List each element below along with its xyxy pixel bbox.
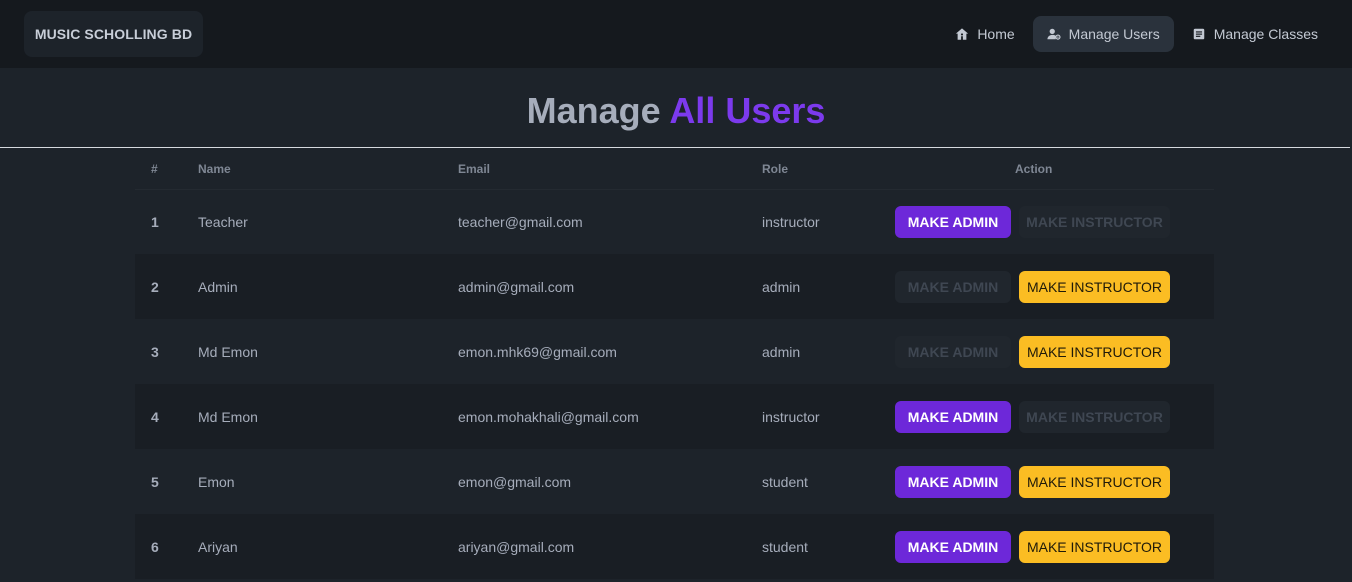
make-admin-button[interactable]: MAKE ADMIN <box>895 465 1011 498</box>
row-number: 1 <box>151 213 159 230</box>
user-email: admin@gmail.com <box>458 278 575 295</box>
action-buttons: MAKE ADMIN MAKE INSTRUCTOR <box>895 400 1214 433</box>
classes-icon <box>1192 27 1206 41</box>
make-admin-button[interactable]: MAKE ADMIN <box>895 530 1011 563</box>
table-header-row: # Name Email Role Action <box>135 149 1214 190</box>
nav-item-home[interactable]: Home <box>941 16 1028 52</box>
column-header-name: Name <box>198 149 458 190</box>
table-row: 1 Teacher teacher@gmail.com instructor MAKE … <box>135 189 1214 254</box>
page-title-part2: All Users <box>669 90 826 131</box>
page-title-part1: Manage <box>526 90 661 131</box>
users-table: # Name Email Role Action 1 Teacher teacher… <box>135 149 1214 579</box>
user-name: Ariyan <box>198 538 238 555</box>
nav-item-label: Manage Classes <box>1213 26 1318 42</box>
user-email: ariyan@gmail.com <box>458 538 575 555</box>
nav-item-label: Manage Users <box>1068 26 1160 42</box>
make-instructor-button[interactable]: MAKE INSTRUCTOR <box>1019 270 1170 303</box>
user-email: emon@gmail.com <box>458 473 572 490</box>
make-instructor-button[interactable]: MAKE INSTRUCTOR <box>1019 335 1170 368</box>
user-gear-icon <box>1047 27 1061 41</box>
user-role: admin <box>762 278 801 295</box>
user-email: emon.mohakhali@gmail.com <box>458 408 639 425</box>
row-actions: MAKE ADMIN MAKE INSTRUCTOR <box>895 189 1214 254</box>
user-role: student <box>762 473 808 490</box>
page-header: Manage All Users <box>0 68 1352 148</box>
column-header-role: Role <box>762 149 895 190</box>
row-actions: MAKE ADMIN MAKE INSTRUCTOR <box>895 254 1214 319</box>
user-role: student <box>762 538 808 555</box>
make-admin-button: MAKE ADMIN <box>895 335 1011 368</box>
action-buttons: MAKE ADMIN MAKE INSTRUCTOR <box>895 270 1214 303</box>
user-role: instructor <box>762 213 820 230</box>
column-header-action: Action <box>895 149 1214 190</box>
user-name: Md Emon <box>198 343 258 360</box>
table-row: 3 Md Emon emon.mhk69@gmail.com admin MAKE AD… <box>135 319 1214 384</box>
nav-item-manage-users[interactable]: Manage Users <box>1032 16 1174 52</box>
action-buttons: MAKE ADMIN MAKE INSTRUCTOR <box>895 205 1214 238</box>
table-row: 4 Md Emon emon.mohakhali@gmail.com instruct… <box>135 384 1214 449</box>
column-header-email: Email <box>458 149 762 190</box>
row-actions: MAKE ADMIN MAKE INSTRUCTOR <box>895 449 1214 514</box>
action-buttons: MAKE ADMIN MAKE INSTRUCTOR <box>895 335 1214 368</box>
home-icon <box>955 27 969 41</box>
row-number: 6 <box>151 538 159 555</box>
table-row: 5 Emon emon@gmail.com student MAKE ADMIN MAKE… <box>135 449 1214 514</box>
row-number: 2 <box>151 278 159 295</box>
user-name: Md Emon <box>198 408 258 425</box>
action-buttons: MAKE ADMIN MAKE INSTRUCTOR <box>895 465 1214 498</box>
user-email: emon.mhk69@gmail.com <box>458 343 617 360</box>
table-row: 6 Ariyan ariyan@gmail.com student MAKE ADMIN… <box>135 514 1214 579</box>
make-admin-button: MAKE ADMIN <box>895 270 1011 303</box>
row-actions: MAKE ADMIN MAKE INSTRUCTOR <box>895 514 1214 579</box>
user-name: Admin <box>198 278 238 295</box>
make-admin-button[interactable]: MAKE ADMIN <box>895 400 1011 433</box>
make-instructor-button[interactable]: MAKE INSTRUCTOR <box>1019 465 1170 498</box>
page-title: Manage All Users <box>0 90 1352 132</box>
row-number: 4 <box>151 408 159 425</box>
row-actions: MAKE ADMIN MAKE INSTRUCTOR <box>895 384 1214 449</box>
user-email: teacher@gmail.com <box>458 213 583 230</box>
navbar: MUSIC SCHOLLING BD Home Manage Users Man… <box>0 0 1352 68</box>
header-divider <box>0 147 1350 148</box>
row-number: 3 <box>151 343 159 360</box>
make-instructor-button[interactable]: MAKE INSTRUCTOR <box>1019 530 1170 563</box>
row-actions: MAKE ADMIN MAKE INSTRUCTOR <box>895 319 1214 384</box>
column-header-number: # <box>135 149 198 190</box>
brand-logo[interactable]: MUSIC SCHOLLING BD <box>24 11 203 57</box>
users-table-container: # Name Email Role Action 1 Teacher teacher… <box>135 149 1214 579</box>
make-instructor-button: MAKE INSTRUCTOR <box>1019 205 1170 238</box>
user-role: instructor <box>762 408 820 425</box>
user-name: Emon <box>198 473 235 490</box>
user-role: admin <box>762 343 801 360</box>
action-buttons: MAKE ADMIN MAKE INSTRUCTOR <box>895 530 1214 563</box>
make-admin-button[interactable]: MAKE ADMIN <box>895 205 1011 238</box>
table-row: 2 Admin admin@gmail.com admin MAKE ADMIN MAKE… <box>135 254 1214 319</box>
nav-item-label: Home <box>977 26 1015 42</box>
row-number: 5 <box>151 473 159 490</box>
make-instructor-button: MAKE INSTRUCTOR <box>1019 400 1170 433</box>
nav-menu: Home Manage Users Manage Classes <box>941 16 1332 52</box>
user-name: Teacher <box>198 213 248 230</box>
nav-item-manage-classes[interactable]: Manage Classes <box>1178 16 1332 52</box>
